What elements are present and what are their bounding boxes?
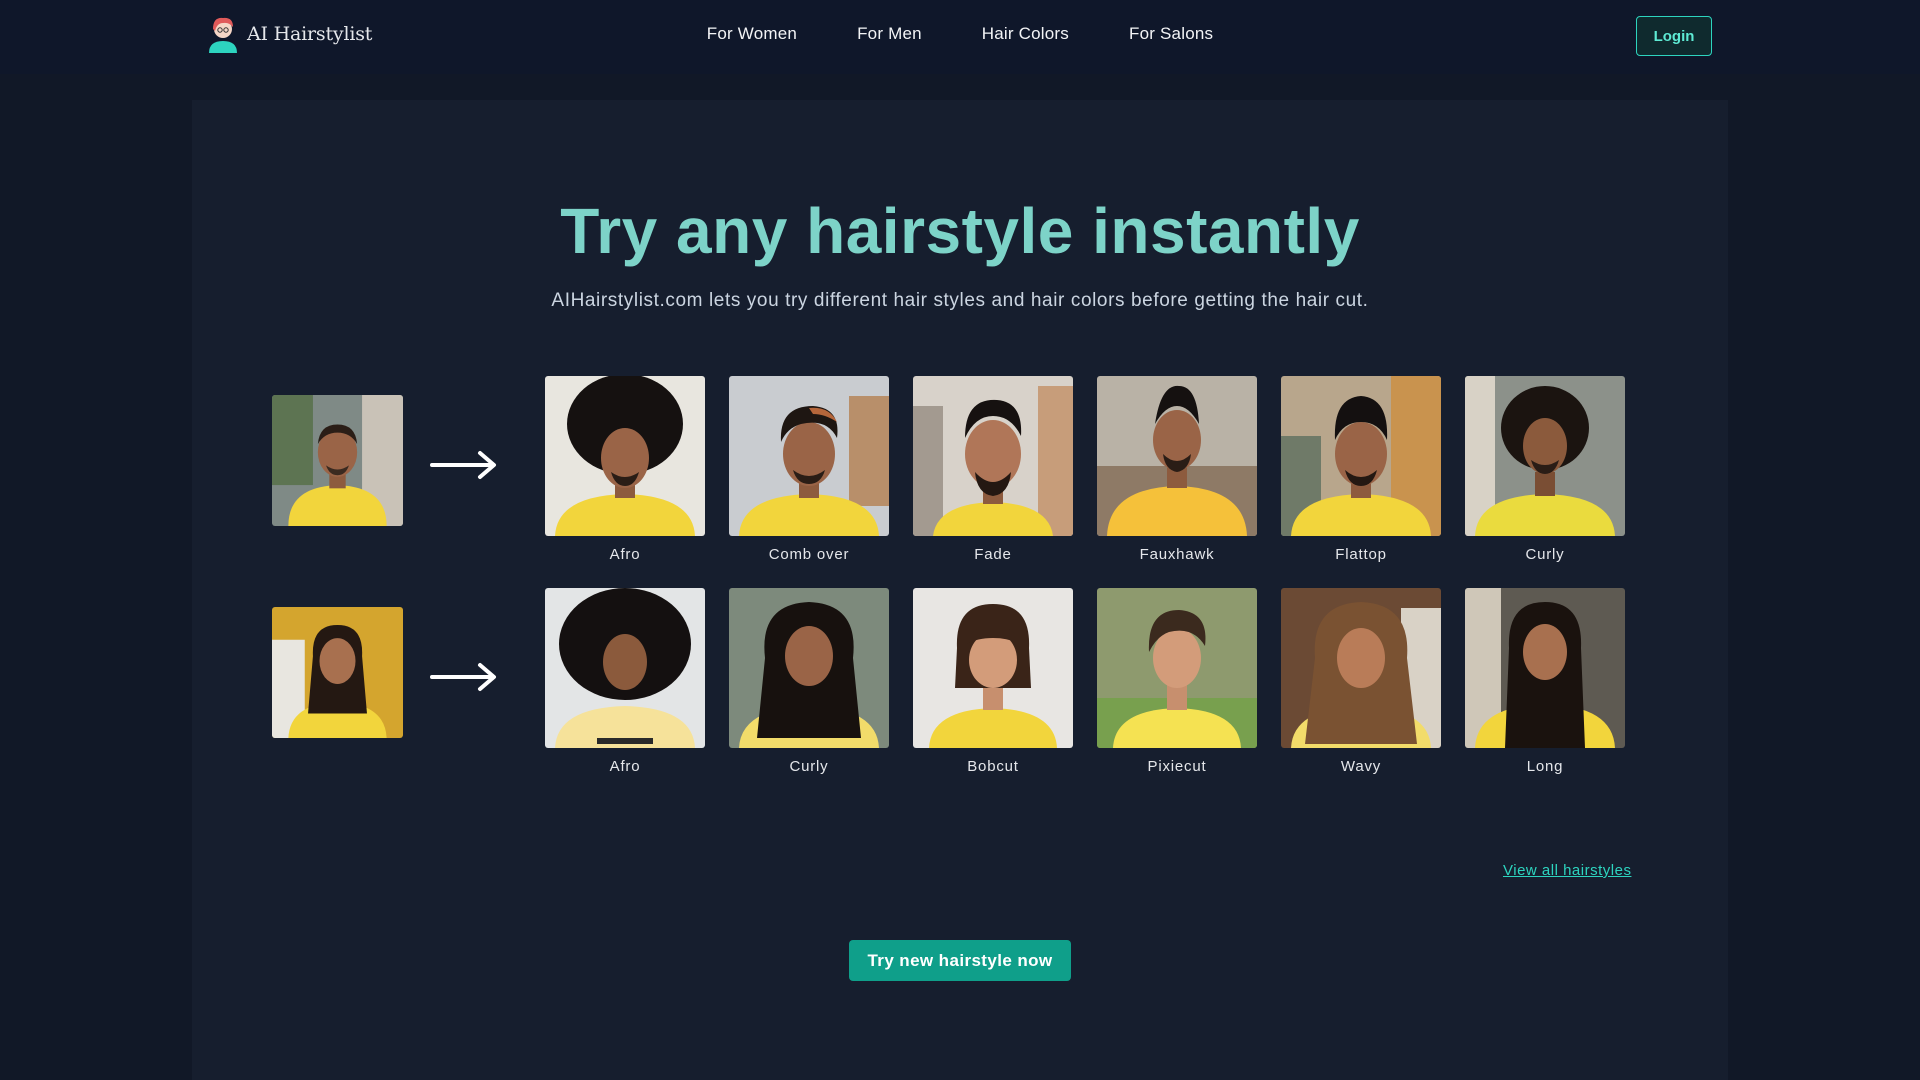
style-label: Flattop [1335,546,1387,563]
login-button[interactable]: Login [1636,16,1712,56]
style-label: Fauxhawk [1139,546,1215,563]
style-thumb-fauxhawk[interactable] [1097,376,1257,536]
style-thumb-pixiecut[interactable] [1097,588,1257,748]
original-man-photo [272,395,403,526]
style-thumb-afro[interactable] [545,588,705,748]
view-all-hairstyles-link[interactable]: View all hairstyles [1503,862,1631,879]
top-navigation-bar: AI Hairstylist For Women For Men Hair Co… [0,0,1920,74]
style-thumb-curly[interactable] [1465,376,1625,536]
style-label: Pixiecut [1147,758,1207,775]
women-examples-row: Afro Curly Bobcut Pixiecut Wavy Long [0,588,1920,788]
hero-subtitle: AIHairstylist.com lets you try different… [551,290,1369,311]
men-examples-row: Afro Comb over Fade Fauxhawk Flattop Cur… [0,376,1920,576]
style-label: Afro [609,758,641,775]
style-thumb-comb-over[interactable] [729,376,889,536]
style-thumb-wavy[interactable] [1281,588,1441,748]
nav-item-for-men[interactable]: For Men [857,24,922,44]
style-label: Wavy [1340,758,1382,775]
try-new-hairstyle-button[interactable]: Try new hairstyle now [849,940,1071,981]
style-label: Bobcut [967,758,1019,775]
original-woman-photo [272,607,403,738]
style-thumb-bobcut[interactable] [913,588,1073,748]
nav-item-for-women[interactable]: For Women [707,24,797,44]
style-thumb-afro[interactable] [545,376,705,536]
style-label: Afro [609,546,641,563]
nav-item-for-salons[interactable]: For Salons [1129,24,1213,44]
style-thumb-curly[interactable] [729,588,889,748]
right-arrow-icon [430,450,498,480]
hero-headline: Try any hairstyle instantly [560,195,1360,267]
main-nav: For Women For Men Hair Colors For Salons [0,24,1920,44]
style-thumb-fade[interactable] [913,376,1073,536]
style-thumb-flattop[interactable] [1281,376,1441,536]
nav-item-hair-colors[interactable]: Hair Colors [982,24,1069,44]
right-arrow-icon [430,662,498,692]
style-label: Long [1526,758,1564,775]
style-label: Curly [789,758,829,775]
style-label: Comb over [768,546,850,563]
style-label: Fade [974,546,1012,563]
style-thumb-long[interactable] [1465,588,1625,748]
style-label: Curly [1525,546,1565,563]
